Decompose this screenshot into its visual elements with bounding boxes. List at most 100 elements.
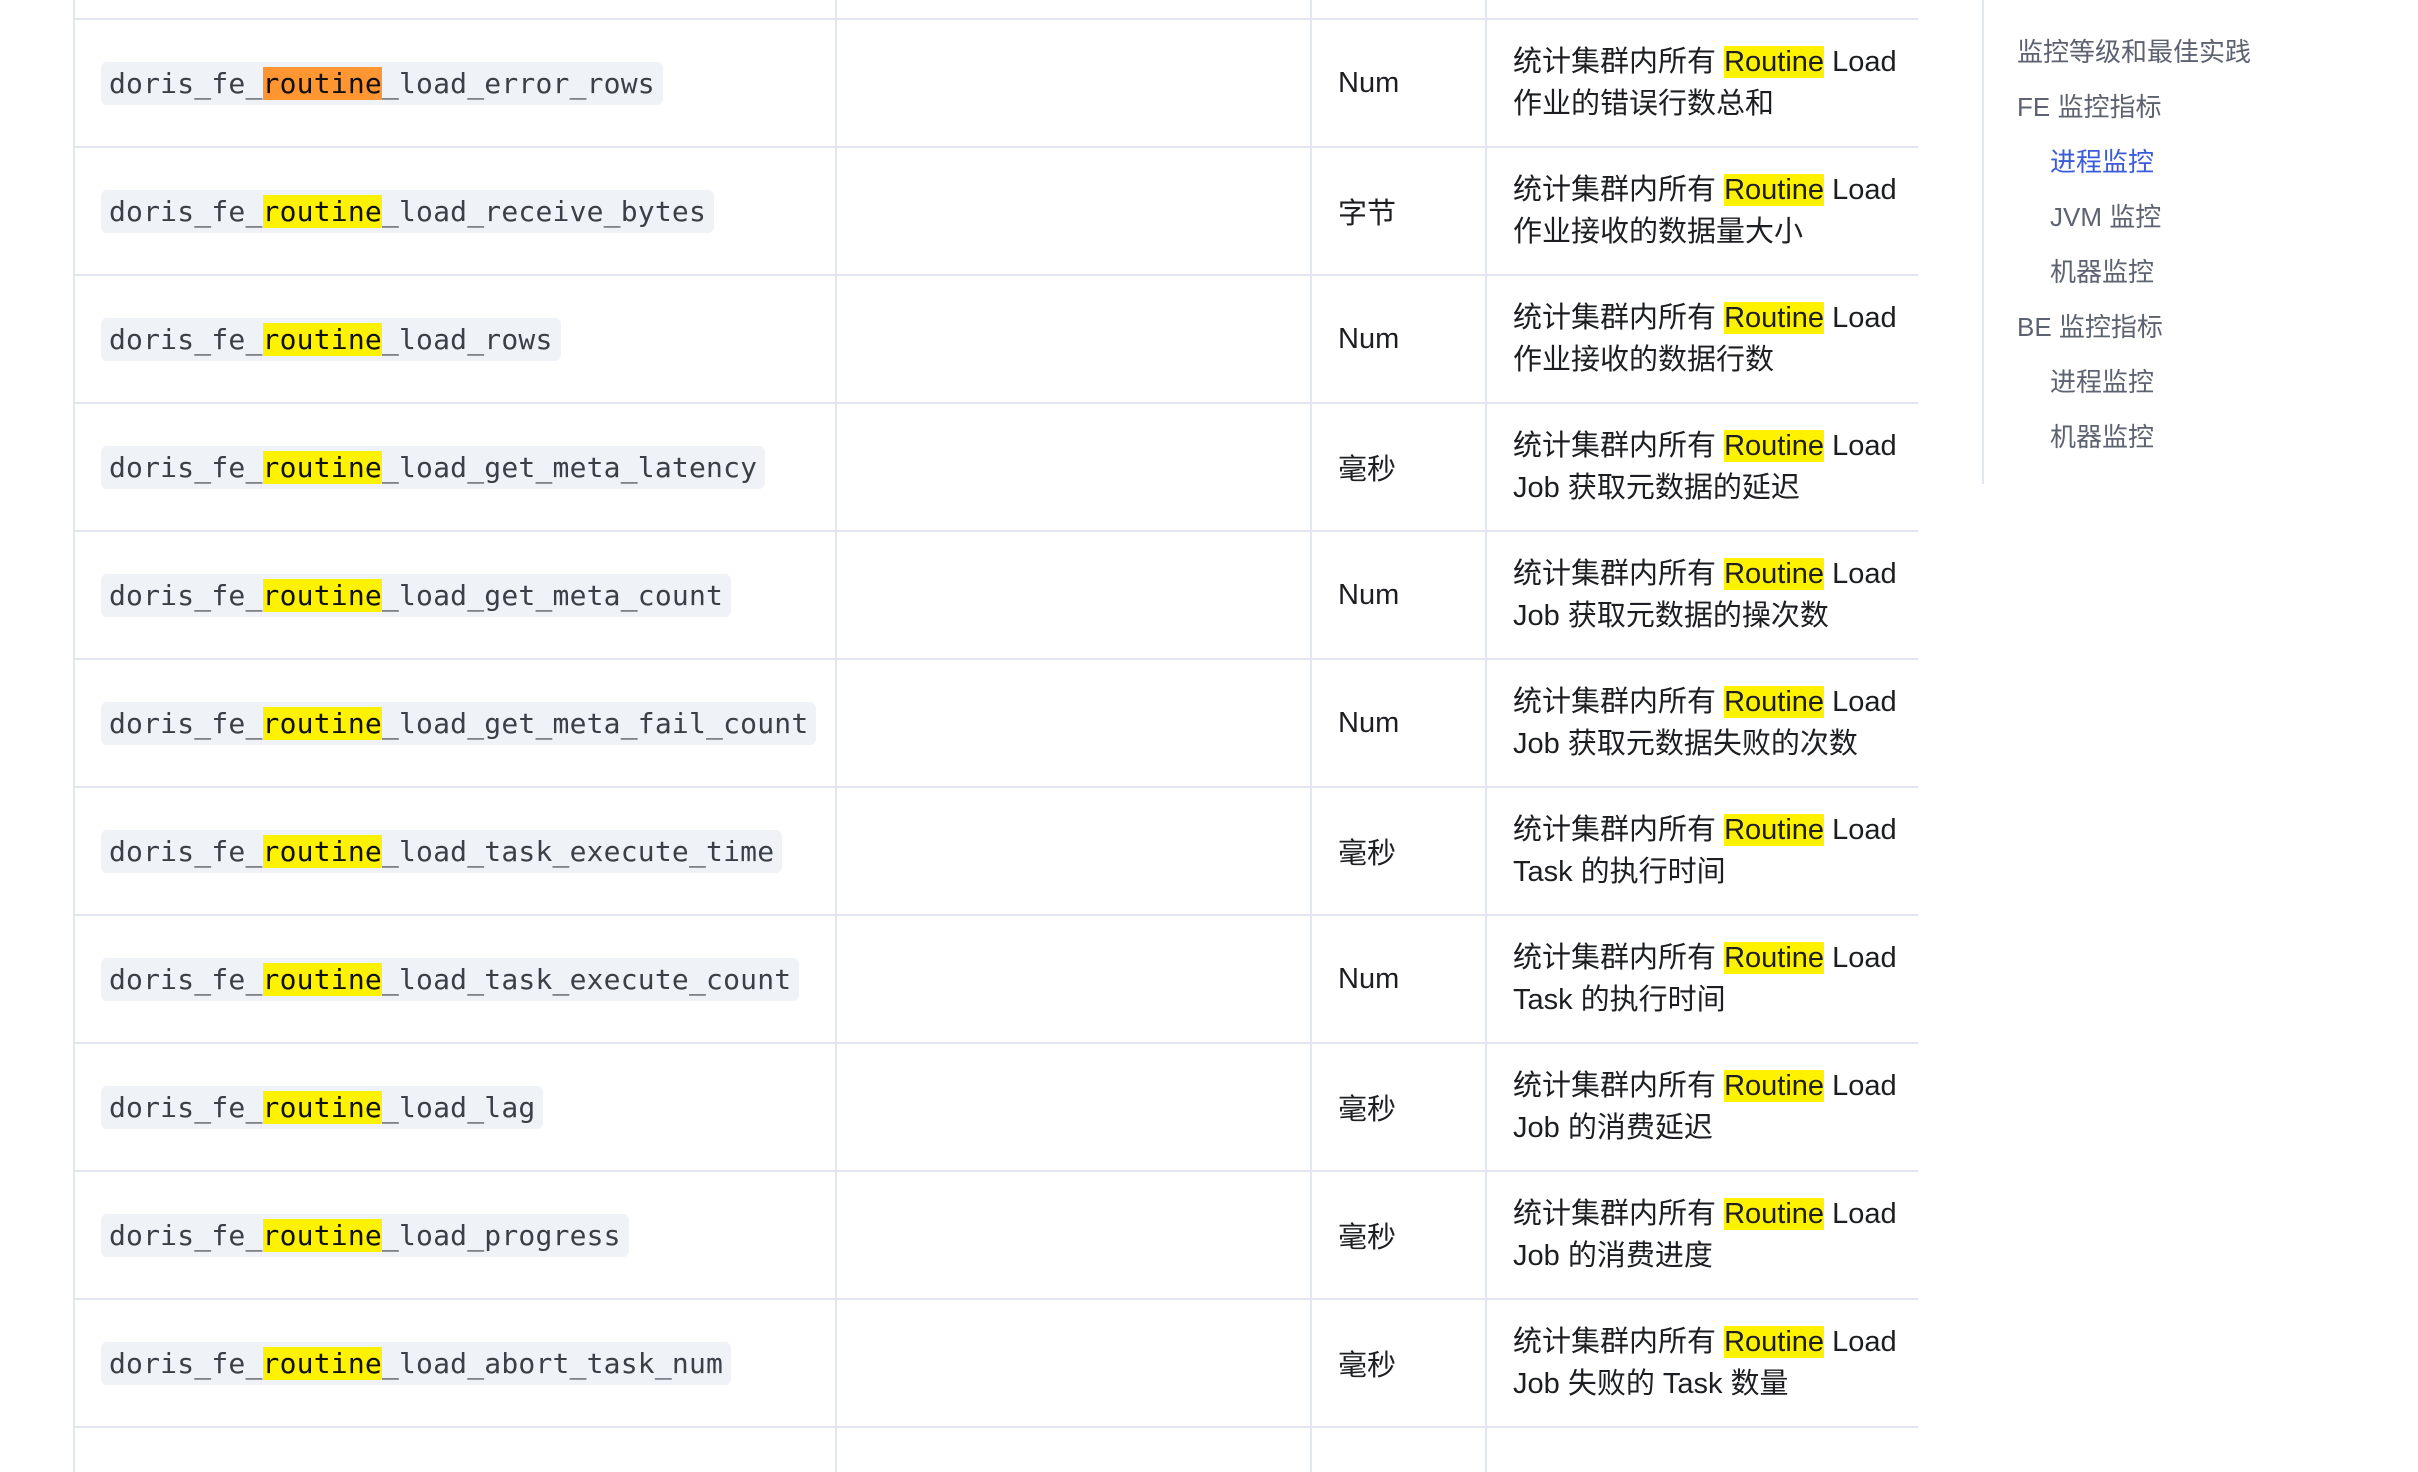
- description-highlight: Routine: [1724, 942, 1825, 974]
- metric-unit-cell: 毫秒: [1310, 786, 1487, 916]
- metric-name-suffix: _load_error_rows: [381, 66, 655, 100]
- metric-name-code: doris_fe_routine_load_receive_bytes: [101, 189, 715, 233]
- metric-unit-cell: Num: [1310, 18, 1487, 148]
- metric-unit-cell: Num: [1310, 530, 1487, 660]
- search-highlight: routine: [262, 194, 382, 228]
- table-row: doris_fe_routine_load_get_meta_count Num…: [73, 530, 1918, 660]
- description-load: Load: [1824, 686, 1897, 718]
- empty-cell: [835, 146, 1312, 276]
- description-prefix: 统计集群内所有: [1513, 686, 1725, 718]
- search-highlight: routine: [262, 322, 382, 356]
- metric-unit-cell: Num: [1310, 914, 1487, 1044]
- table-row: doris_fe_routine_load_rows Num 统计集群内所有 R…: [73, 274, 1918, 404]
- metric-name-cell: doris_fe_routine_load_lag: [73, 1042, 837, 1172]
- description-highlight: Routine: [1724, 1070, 1825, 1102]
- toc-link[interactable]: 监控等级和最佳实践: [2017, 32, 2251, 69]
- toc-link[interactable]: JVM 监控: [2050, 197, 2161, 234]
- metric-name-prefix: doris_fe_: [109, 1218, 263, 1252]
- description-line2: Job 的消费延迟: [1513, 1112, 1713, 1144]
- table-row: doris_fe_routine_load_lag 毫秒 统计集群内所有 Rou…: [73, 1042, 1918, 1172]
- toc-link[interactable]: 机器监控: [2050, 417, 2154, 454]
- table-row: doris_fe_routine_load_abort_task_num 毫秒 …: [73, 1298, 1918, 1428]
- description-prefix: 统计集群内所有: [1513, 1198, 1725, 1230]
- metric-name-prefix: doris_fe_: [109, 322, 263, 356]
- description-prefix: 统计集群内所有: [1513, 174, 1725, 206]
- metric-name-suffix: _load_task_execute_count: [381, 962, 792, 996]
- metric-name-code: doris_fe_routine_load_get_meta_fail_coun…: [101, 701, 817, 745]
- description-highlight: Routine: [1724, 174, 1825, 206]
- table-row-partial-top: [73, 0, 1918, 20]
- metric-name-prefix: doris_fe_: [109, 1090, 263, 1124]
- metric-name-prefix: doris_fe_: [109, 450, 263, 484]
- search-highlight: routine: [262, 834, 382, 868]
- description-load: Load: [1824, 302, 1897, 334]
- toc-link[interactable]: BE 监控指标: [2017, 307, 2163, 344]
- toc-link[interactable]: 进程监控: [2050, 362, 2154, 399]
- empty-cell: [835, 530, 1312, 660]
- metric-name-suffix: _load_receive_bytes: [381, 194, 707, 228]
- metric-name-cell: doris_fe_routine_load_task_execute_count: [73, 914, 837, 1044]
- empty-cell: [835, 1298, 1312, 1428]
- metric-name-cell: doris_fe_routine_load_progress: [73, 1170, 837, 1300]
- metric-description-cell: 统计集群内所有 Routine Load Job 的消费进度: [1485, 1170, 1918, 1300]
- metric-description-cell: 统计集群内所有 Routine Load 作业的错误行数总和: [1485, 18, 1918, 148]
- metric-name-code: doris_fe_routine_load_get_meta_count: [101, 573, 732, 617]
- empty-cell: [835, 274, 1312, 404]
- metric-name-prefix: doris_fe_: [109, 706, 263, 740]
- description-prefix: 统计集群内所有: [1513, 46, 1725, 78]
- toc-link[interactable]: 机器监控: [2050, 252, 2154, 289]
- description-prefix: 统计集群内所有: [1513, 302, 1725, 334]
- metric-name-code: doris_fe_routine_load_task_execute_count: [101, 957, 800, 1001]
- metric-name-suffix: _load_get_meta_latency: [381, 450, 758, 484]
- toc-link[interactable]: 进程监控: [2050, 142, 2154, 179]
- empty-cell: [835, 658, 1312, 788]
- empty-cell: [835, 18, 1312, 148]
- metric-name-cell: doris_fe_routine_load_rows: [73, 274, 837, 404]
- metric-name-code: doris_fe_routine_load_progress: [101, 1213, 629, 1257]
- metric-name-code: doris_fe_routine_load_abort_task_num: [101, 1341, 732, 1385]
- table-row: doris_fe_routine_load_progress 毫秒 统计集群内所…: [73, 1170, 1918, 1300]
- description-highlight: Routine: [1724, 1198, 1825, 1230]
- metric-name-prefix: doris_fe_: [109, 962, 263, 996]
- metric-description-cell: 统计集群内所有 Routine Load Job 失败的 Task 数量: [1485, 1298, 1918, 1428]
- metric-description-cell: 统计集群内所有 Routine Load 作业接收的数据行数: [1485, 274, 1918, 404]
- description-line2: Job 失败的 Task 数量: [1513, 1368, 1789, 1400]
- metric-description-cell: 统计集群内所有 Routine Load Job 获取元数据失败的次数: [1485, 658, 1918, 788]
- search-highlight: routine: [262, 1346, 382, 1380]
- description-line2: Job 获取元数据的操次数: [1513, 600, 1829, 632]
- metric-name-suffix: _load_get_meta_fail_count: [381, 706, 809, 740]
- description-load: Load: [1824, 1070, 1897, 1102]
- description-highlight: Routine: [1724, 46, 1825, 78]
- description-line2: 作业的错误行数总和: [1513, 88, 1775, 120]
- metric-name-suffix: _load_progress: [381, 1218, 621, 1252]
- metric-name-code: doris_fe_routine_load_rows: [101, 317, 561, 361]
- description-line2: Task 的执行时间: [1513, 856, 1726, 888]
- description-highlight: Routine: [1724, 302, 1825, 334]
- metric-name-prefix: doris_fe_: [109, 66, 263, 100]
- metric-description-cell: 统计集群内所有 Routine Load 作业接收的数据量大小: [1485, 146, 1918, 276]
- search-highlight: routine: [262, 706, 382, 740]
- description-prefix: 统计集群内所有: [1513, 558, 1725, 590]
- description-line2: 作业接收的数据行数: [1513, 344, 1775, 376]
- empty-cell: [835, 914, 1312, 1044]
- metric-name-cell: doris_fe_routine_load_abort_task_num: [73, 1298, 837, 1428]
- metrics-table: doris_fe_routine_load_error_rows Num 统计集…: [73, 0, 1918, 1472]
- table-row: doris_fe_routine_load_receive_bytes 字节 统…: [73, 146, 1918, 276]
- metric-name-prefix: doris_fe_: [109, 578, 263, 612]
- description-prefix: 统计集群内所有: [1513, 1070, 1725, 1102]
- description-load: Load: [1824, 46, 1897, 78]
- metric-unit-cell: 字节: [1310, 146, 1487, 276]
- description-load: Load: [1824, 814, 1897, 846]
- metric-name-code: doris_fe_routine_load_error_rows: [101, 61, 663, 105]
- metric-unit-cell: 毫秒: [1310, 402, 1487, 532]
- toc-link[interactable]: FE 监控指标: [2017, 87, 2161, 124]
- metric-name-cell: doris_fe_routine_load_receive_bytes: [73, 146, 837, 276]
- table-row-partial-bottom: [73, 1426, 1918, 1472]
- description-load: Load: [1824, 942, 1897, 974]
- description-line2: Job 获取元数据的延迟: [1513, 472, 1800, 504]
- metric-description-cell: 统计集群内所有 Routine Load Job 的消费延迟: [1485, 1042, 1918, 1172]
- description-line2: Job 获取元数据失败的次数: [1513, 728, 1858, 760]
- metric-name-code: doris_fe_routine_load_lag: [101, 1085, 544, 1129]
- metric-description-cell: 统计集群内所有 Routine Load Job 获取元数据的延迟: [1485, 402, 1918, 532]
- metric-description-cell: 统计集群内所有 Routine Load Task 的执行时间: [1485, 786, 1918, 916]
